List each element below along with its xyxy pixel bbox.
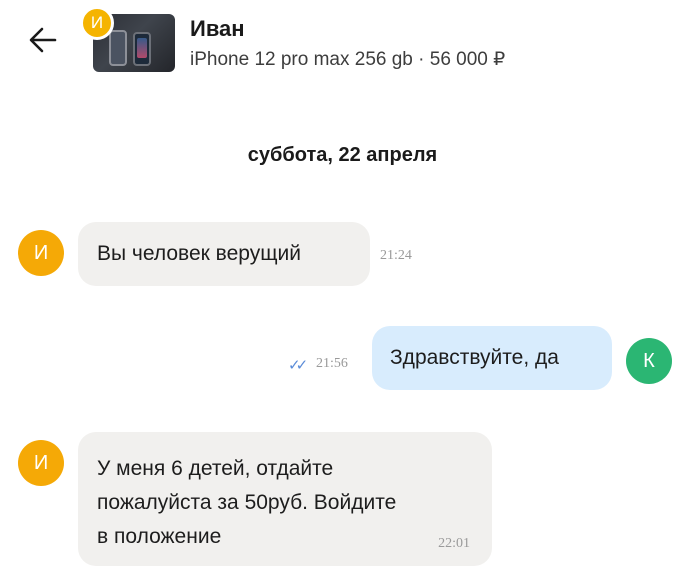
message-line: У меня 6 детей, отдайте (97, 457, 334, 480)
message-line: в положение (97, 525, 222, 548)
date-separator: суббота, 22 апреля (247, 144, 438, 166)
phone-front-image (133, 32, 151, 66)
sender-avatar[interactable]: И (18, 230, 64, 276)
message-text: Здравствуйте, да (390, 346, 559, 369)
message-text: У меня 6 детей, отдайте пожалуйста за 50… (97, 452, 396, 554)
chat-header: И Иван iPhone 12 pro max 256 gb · 56 000… (0, 0, 685, 86)
contact-avatar[interactable]: И (80, 6, 114, 40)
message-time: 21:56 (316, 356, 348, 371)
message-line: пожалуйста за 50руб. Войдите (97, 491, 397, 514)
own-avatar[interactable]: К (626, 338, 672, 384)
arrow-left-icon (29, 27, 57, 53)
sender-avatar[interactable]: И (18, 440, 64, 486)
message-time: 22:01 (438, 536, 470, 551)
phone-back-image (109, 30, 127, 66)
message-time: 21:24 (380, 248, 412, 263)
listing-title[interactable]: iPhone 12 pro max 256 gb · 56 000 ₽ (190, 48, 505, 71)
back-button[interactable] (22, 22, 62, 58)
contact-name[interactable]: Иван (190, 16, 245, 42)
message-bubble-incoming[interactable]: Вы человек верущий (78, 222, 370, 286)
double-check-icon: ✓✓ (288, 357, 308, 374)
message-text: Вы человек верущий (97, 242, 301, 265)
message-bubble-outgoing[interactable]: Здравствуйте, да (372, 326, 612, 390)
message-bubble-incoming[interactable]: У меня 6 детей, отдайте пожалуйста за 50… (78, 432, 492, 566)
